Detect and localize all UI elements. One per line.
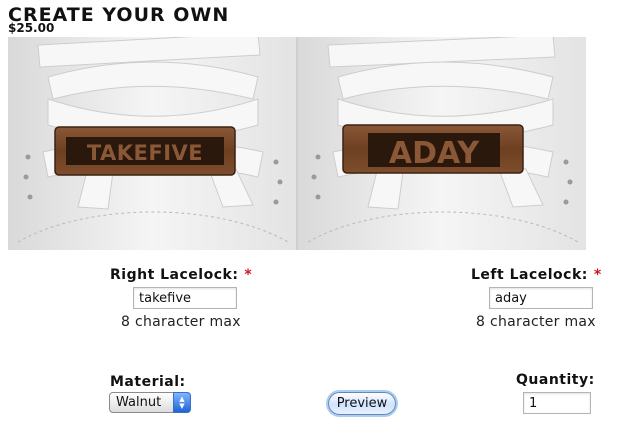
left-wood-tag: ADAY (342, 124, 524, 174)
left-lacelock-hint: 8 character max (476, 314, 596, 330)
material-select[interactable]: Walnut ▲ ▼ (109, 392, 191, 413)
required-marker: * (244, 267, 253, 283)
preview-button[interactable]: Preview (328, 392, 396, 415)
material-label: Material: (110, 374, 186, 390)
right-wood-tag: TAKEFIVE (54, 126, 236, 176)
select-arrows-icon: ▲ ▼ (173, 392, 191, 413)
left-lacelock-input[interactable] (489, 287, 593, 309)
required-marker: * (593, 267, 602, 283)
quantity-label: Quantity: (516, 372, 595, 388)
left-lacelock-label: Left Lacelock: * (471, 267, 602, 283)
material-selected-value: Walnut (116, 395, 162, 410)
lacelock-preview-image: TAKEFIVE ADAY (8, 37, 586, 250)
price-label: $25.00 (8, 21, 55, 35)
left-lacelock-label-text: Left Lacelock: (471, 267, 588, 283)
right-lacelock-label-text: Right Lacelock: (110, 267, 239, 283)
right-lacelock-label: Right Lacelock: * (110, 267, 252, 283)
right-lacelock-hint: 8 character max (121, 314, 241, 330)
left-tag-text: ADAY (389, 136, 480, 171)
quantity-input[interactable] (523, 392, 591, 414)
right-tag-text: TAKEFIVE (87, 141, 203, 165)
right-lacelock-input[interactable] (133, 287, 237, 309)
